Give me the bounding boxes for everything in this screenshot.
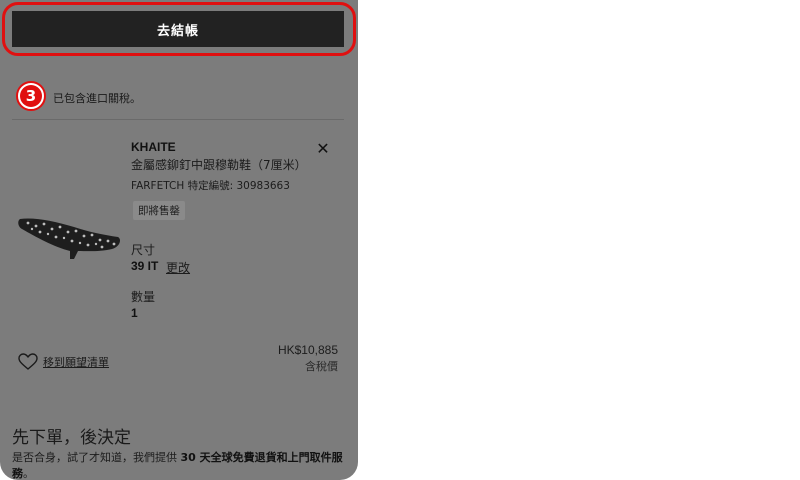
change-size-link[interactable]: 更改 — [166, 259, 190, 276]
size-label: 尺寸 — [131, 243, 156, 257]
step-badge: 3 — [16, 81, 46, 111]
section-body-prefix: 是否合身，試了才知道，我們提供 — [12, 451, 181, 464]
close-icon[interactable]: ✕ — [315, 141, 331, 157]
checkout-button[interactable]: 去結帳 — [12, 11, 344, 47]
product-price: HK$10,885 — [277, 343, 338, 357]
quantity-label: 數量 — [131, 290, 156, 304]
step-number: 3 — [20, 85, 42, 107]
size-value: 39 IT — [131, 259, 159, 273]
section-body-suffix: 。 — [23, 467, 34, 480]
product-brand[interactable]: KHAITE — [131, 140, 176, 154]
price-tax-note: 含稅價 — [305, 360, 338, 373]
move-to-wishlist-link[interactable]: 移到願望清單 — [43, 354, 109, 370]
product-sku: FARFETCH 特定編號: 30983663 — [131, 180, 290, 192]
product-image[interactable] — [14, 207, 126, 263]
quantity-value: 1 — [131, 306, 138, 320]
product-name[interactable]: 金屬感鉚釘中跟穆勒鞋（7厘米） — [131, 156, 307, 173]
heart-icon[interactable] — [18, 353, 38, 371]
section-body: 是否合身，試了才知道，我們提供 30 天全球免費退貨和上門取件服務。 — [12, 450, 346, 480]
low-stock-badge: 即將售罄 — [133, 201, 185, 220]
cart-screen: 去結帳 3 已包含進口關稅。 KHAITE 金屬感鉚釘中跟穆勒鞋（7厘米） ✕ … — [0, 0, 358, 480]
section-title: 先下單，後決定 — [12, 428, 131, 448]
divider — [12, 119, 344, 120]
tax-note: 已包含進口關稅。 — [53, 92, 141, 105]
